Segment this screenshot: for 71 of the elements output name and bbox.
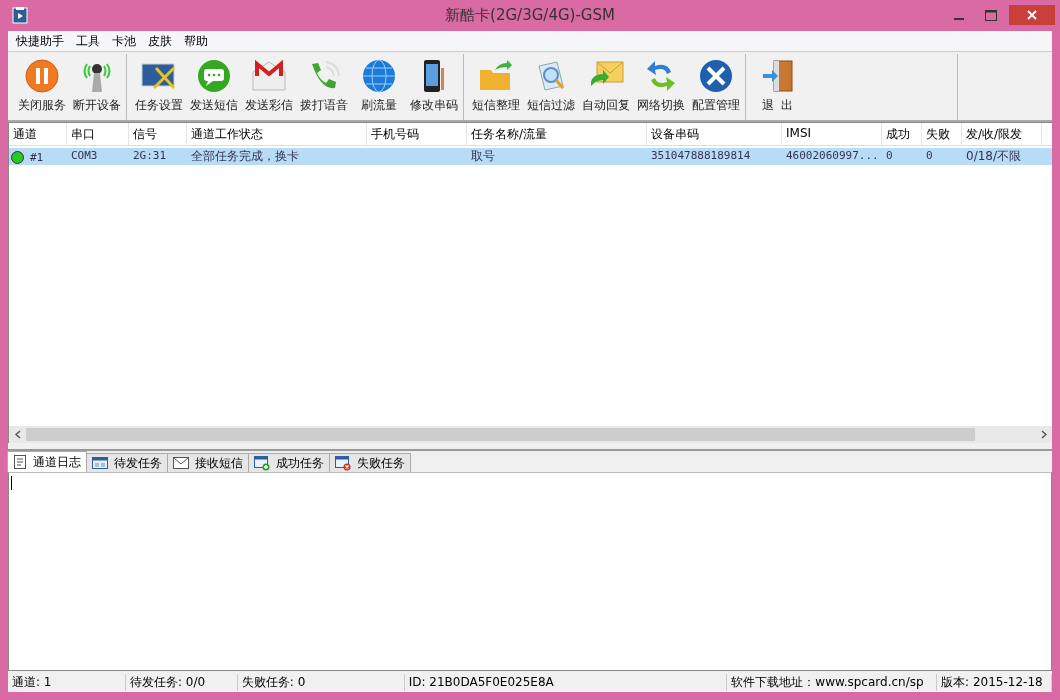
menu-item[interactable]: 皮肤 xyxy=(142,32,178,50)
table-cell-text: 取号 xyxy=(470,148,496,165)
toolbar-button[interactable]: 短信过滤 xyxy=(523,54,578,116)
chat-bubble-icon xyxy=(195,58,232,94)
app-icon xyxy=(12,6,28,24)
tab[interactable]: 通道日志 xyxy=(7,451,87,472)
menu-item[interactable]: 卡池 xyxy=(106,32,142,50)
table-cell-text: 0 xyxy=(885,148,894,164)
window-title: 新酷卡(2G/3G/4G)-GSM xyxy=(445,6,615,24)
menu-item[interactable]: 快捷助手 xyxy=(10,32,70,50)
status-text: 通道: 1 xyxy=(8,674,126,691)
table-cell-text: COM3 xyxy=(70,148,99,164)
column-header[interactable]: 失败 xyxy=(922,123,962,146)
column-header[interactable]: IMSI xyxy=(782,123,882,146)
window-cross-icon xyxy=(335,455,351,471)
toolbar-button[interactable]: 短信整理 xyxy=(468,54,523,116)
close-icon xyxy=(1027,10,1037,20)
toolbar-button[interactable]: 刷流量 xyxy=(351,54,406,116)
column-header[interactable]: 任务名称/流量 xyxy=(467,123,647,146)
envelope-icon xyxy=(249,58,288,94)
menu-item[interactable]: 工具 xyxy=(70,32,106,50)
globe-icon xyxy=(360,58,397,94)
pause-icon xyxy=(23,58,60,94)
status-text: 版本: 2015-12-18 xyxy=(937,674,1052,691)
tab[interactable]: 成功任务 xyxy=(248,453,330,472)
status-text: 失败任务: 0 xyxy=(237,674,405,691)
column-header[interactable]: 信号 xyxy=(129,123,187,146)
tab[interactable]: 接收短信 xyxy=(167,453,249,472)
tab[interactable]: 失败任务 xyxy=(329,453,411,472)
toolbar-button[interactable]: 关闭服务 xyxy=(14,54,69,116)
document-icon xyxy=(13,455,27,469)
column-header[interactable]: 手机号码 xyxy=(367,123,467,146)
table-cell-text: 0 xyxy=(925,148,934,164)
column-header[interactable]: 通道工作状态 xyxy=(187,123,367,146)
toolbar-button[interactable]: 配置管理 xyxy=(688,54,743,116)
table-cell-text: 46002060997... xyxy=(785,148,880,164)
envelope-icon xyxy=(173,457,189,469)
toolbar-button[interactable]: 修改串码 xyxy=(406,54,461,116)
text-cursor xyxy=(11,476,12,490)
table-cell-text: 351047888189814 xyxy=(650,148,752,164)
tab[interactable]: 待发任务 xyxy=(86,453,168,472)
toolbar-button[interactable]: 发送短信 xyxy=(186,54,241,116)
scroll-left-icon[interactable] xyxy=(14,430,21,439)
window-plus-icon xyxy=(254,455,270,471)
toolbar-button[interactable]: 退 出 xyxy=(750,54,805,116)
toolbar-button[interactable]: 网络切换 xyxy=(633,54,688,116)
column-header[interactable]: 成功 xyxy=(882,123,922,146)
toolbar-button[interactable]: 自动回复 xyxy=(578,54,633,116)
toolbar-button[interactable]: 发送彩信 xyxy=(241,54,296,116)
column-header[interactable]: 通道 xyxy=(9,123,67,146)
close-button[interactable] xyxy=(1009,5,1055,25)
table-cell-text: 2G:31 xyxy=(132,148,168,164)
column-header[interactable]: 发/收/限发 xyxy=(962,123,1042,146)
toolbar-button[interactable]: 任务设置 xyxy=(131,54,186,116)
column-header[interactable]: 设备串码 xyxy=(647,123,782,146)
toolbar-button[interactable]: 拨打语音 xyxy=(296,54,351,116)
table-cell-text: 0/18/不限 xyxy=(965,148,1022,165)
table-row[interactable]: #1 COM3 2G:31 全部任务完成，换卡 取号 351047888189814 46002060997... 0 0 0/18/不限 xyxy=(9,148,1052,165)
status-text: ID: 21B0DA5F0E025E8A xyxy=(404,674,728,691)
table-cell-text: 全部任务完成，换卡 xyxy=(190,148,300,165)
table-cell-text: #1 xyxy=(29,149,45,165)
toolbar-button[interactable]: 断开设备 xyxy=(69,54,124,116)
minimize-icon xyxy=(954,18,964,20)
horizontal-scrollbar[interactable] xyxy=(9,426,1052,443)
maximize-icon xyxy=(985,9,997,21)
column-header[interactable]: 串口 xyxy=(67,123,129,146)
status-text: 软件下载地址：www.spcard.cn/sp xyxy=(727,674,938,691)
menu-item[interactable]: 帮助 xyxy=(178,32,214,50)
status-text: 待发任务: 0/0 xyxy=(125,674,238,691)
window-list-icon xyxy=(92,456,108,470)
scroll-right-icon[interactable] xyxy=(1040,430,1047,439)
